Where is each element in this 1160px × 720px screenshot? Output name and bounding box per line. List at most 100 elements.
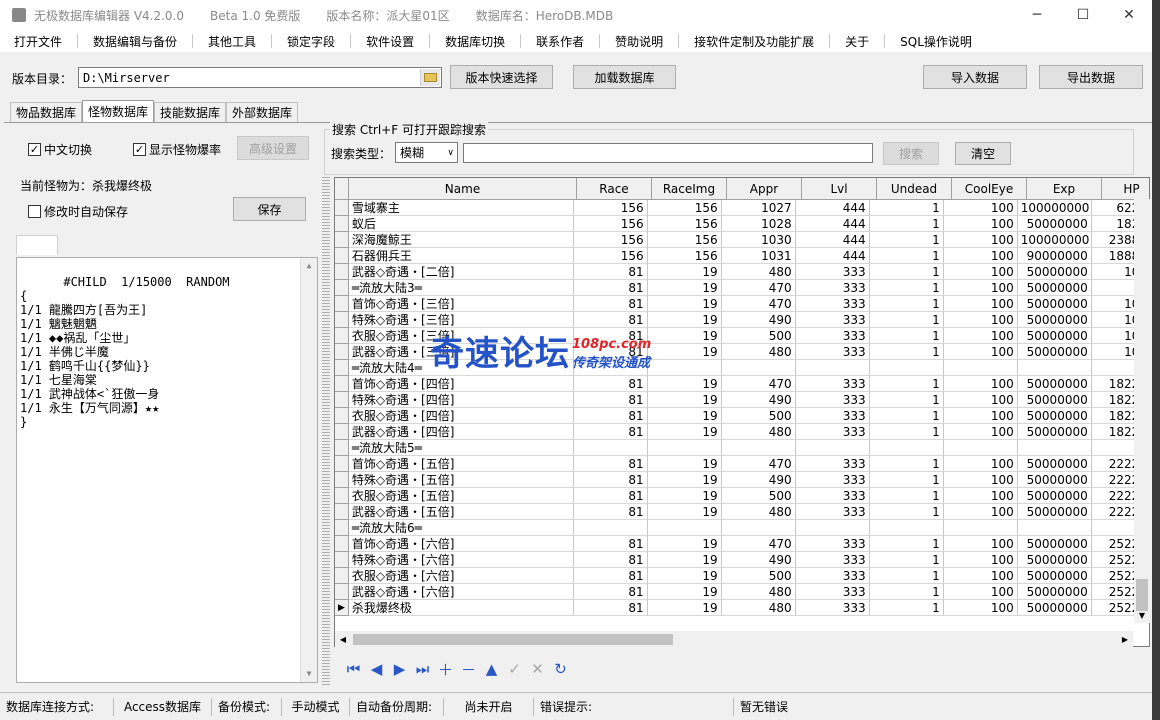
table-row[interactable]: 首饰◇奇遇・[五倍] 81 19 470 333 1 100 50000000 22222 xyxy=(335,456,1149,472)
first-record-icon[interactable]: ⏮ xyxy=(342,658,365,680)
table-cell[interactable]: 100 xyxy=(943,600,1018,616)
table-row[interactable]: 武器◇奇遇・[五倍] 81 19 480 333 1 100 50000000 22222 xyxy=(335,504,1149,520)
table-cell[interactable]: 1 xyxy=(869,408,944,424)
table-cell[interactable]: 156 xyxy=(647,200,722,216)
table-cell[interactable]: 特殊◇奇遇・[五倍] xyxy=(348,472,574,488)
table-cell[interactable]: 444 xyxy=(795,232,870,248)
table-cell[interactable]: 444 xyxy=(795,216,870,232)
table-row[interactable]: 武器◇奇遇・[四倍] 81 19 480 333 1 100 50000000 18222 xyxy=(335,424,1149,440)
table-row[interactable]: 石器佣兵王 156 156 1031 444 1 100 90000000 18888 xyxy=(335,248,1149,264)
table-cell[interactable]: 490 xyxy=(721,552,796,568)
table-cell[interactable]: 100 xyxy=(943,248,1018,264)
menu-item[interactable]: 软件设置 xyxy=(358,33,422,50)
table-cell[interactable]: 1 xyxy=(869,584,944,600)
table-cell[interactable]: 333 xyxy=(795,568,870,584)
table-cell[interactable]: 50000000 xyxy=(1017,312,1092,328)
drop-list-memo[interactable]: #CHILD 1/15000 RANDOM { 1/1 龍騰四方[吾为王] 1/… xyxy=(16,257,318,683)
cancel-icon[interactable]: ✕ xyxy=(526,658,549,680)
table-cell[interactable]: 石器佣兵王 xyxy=(348,248,574,264)
table-cell[interactable] xyxy=(795,440,870,456)
table-cell[interactable]: 444 xyxy=(795,200,870,216)
table-cell[interactable]: 1 xyxy=(869,312,944,328)
table-cell[interactable]: 156 xyxy=(647,248,722,264)
table-cell[interactable]: 333 xyxy=(795,408,870,424)
table-cell[interactable]: 100 xyxy=(943,504,1018,520)
load-database-button[interactable]: 加载数据库 xyxy=(573,65,676,89)
table-cell[interactable]: 1 xyxy=(869,280,944,296)
scroll-right-icon[interactable]: ▶ xyxy=(1117,631,1133,647)
menu-item[interactable]: 联系作者 xyxy=(528,33,592,50)
table-cell[interactable]: 50000000 xyxy=(1017,424,1092,440)
table-cell[interactable]: 100000000 xyxy=(1017,200,1092,216)
table-cell[interactable]: ═流放大陆6═ xyxy=(348,520,574,536)
table-cell[interactable] xyxy=(721,440,796,456)
table-cell[interactable]: 50000000 xyxy=(1017,568,1092,584)
table-cell[interactable]: 480 xyxy=(721,504,796,520)
table-cell[interactable]: 19 xyxy=(647,600,722,616)
table-cell[interactable]: 1 xyxy=(869,232,944,248)
tab-external-db[interactable]: 外部数据库 xyxy=(226,102,299,122)
table-cell[interactable]: 19 xyxy=(647,312,722,328)
table-cell[interactable]: 100 xyxy=(943,584,1018,600)
table-cell[interactable]: 衣服◇奇遇・[六倍] xyxy=(348,568,574,584)
table-cell[interactable]: 81 xyxy=(573,488,648,504)
table-cell[interactable]: 19 xyxy=(647,536,722,552)
table-cell[interactable] xyxy=(721,360,796,376)
table-cell[interactable]: 333 xyxy=(795,552,870,568)
table-cell[interactable]: 470 xyxy=(721,296,796,312)
table-cell[interactable]: 100 xyxy=(943,472,1018,488)
dir-input[interactable]: D:\Mirserver xyxy=(78,67,442,88)
table-cell[interactable]: 100 xyxy=(943,552,1018,568)
table-cell[interactable]: 500 xyxy=(721,488,796,504)
import-data-button[interactable]: 导入数据 xyxy=(923,65,1027,89)
table-cell[interactable]: 1 xyxy=(869,424,944,440)
table-row[interactable]: 衣服◇奇遇・[四倍] 81 19 500 333 1 100 50000000 18222 xyxy=(335,408,1149,424)
table-cell[interactable]: 50000000 xyxy=(1017,280,1092,296)
table-cell[interactable]: 100 xyxy=(943,296,1018,312)
browse-folder-button[interactable] xyxy=(420,69,440,86)
table-cell[interactable]: 81 xyxy=(573,328,648,344)
table-cell[interactable]: 333 xyxy=(795,376,870,392)
table-cell[interactable]: 首饰◇奇遇・[五倍] xyxy=(348,456,574,472)
table-cell[interactable]: 武器◇奇遇・[四倍] xyxy=(348,424,574,440)
table-cell[interactable]: 武器◇奇遇・[六倍] xyxy=(348,584,574,600)
table-cell[interactable]: ═流放大陆4═ xyxy=(348,360,574,376)
column-header[interactable]: Undead xyxy=(877,178,952,200)
menu-item[interactable]: 其他工具 xyxy=(200,33,264,50)
table-cell[interactable]: 1 xyxy=(869,264,944,280)
table-cell[interactable]: 100 xyxy=(943,456,1018,472)
table-cell[interactable]: 81 xyxy=(573,504,648,520)
menu-item[interactable]: 数据编辑与备份 xyxy=(85,33,185,50)
table-cell[interactable]: 81 xyxy=(573,552,648,568)
table-cell[interactable]: 333 xyxy=(795,488,870,504)
table-cell[interactable] xyxy=(647,440,722,456)
table-cell[interactable]: 19 xyxy=(647,280,722,296)
menu-item[interactable]: 数据库切换 xyxy=(437,33,513,50)
table-cell[interactable]: 蚁后 xyxy=(348,216,574,232)
next-record-icon[interactable]: ▶ xyxy=(388,658,411,680)
table-cell[interactable]: 81 xyxy=(573,472,648,488)
table-cell[interactable]: 490 xyxy=(721,392,796,408)
table-cell[interactable]: 333 xyxy=(795,328,870,344)
table-cell[interactable]: 100 xyxy=(943,424,1018,440)
quick-select-button[interactable]: 版本快速选择 xyxy=(450,65,553,89)
table-cell[interactable]: 470 xyxy=(721,456,796,472)
table-cell[interactable]: 333 xyxy=(795,312,870,328)
table-cell[interactable] xyxy=(869,360,944,376)
column-header[interactable]: Exp xyxy=(1027,178,1102,200)
table-cell[interactable]: 50000000 xyxy=(1017,600,1092,616)
table-row[interactable]: ═流放大陆6═ xyxy=(335,520,1149,536)
table-cell[interactable]: 81 xyxy=(573,392,648,408)
table-cell[interactable]: 480 xyxy=(721,424,796,440)
table-cell[interactable]: 19 xyxy=(647,488,722,504)
table-row[interactable]: 特殊◇奇遇・[五倍] 81 19 490 333 1 100 50000000 22222 xyxy=(335,472,1149,488)
table-cell[interactable]: 50000000 xyxy=(1017,552,1092,568)
table-cell[interactable]: 156 xyxy=(573,232,648,248)
table-cell[interactable]: 156 xyxy=(647,232,722,248)
table-cell[interactable]: 1 xyxy=(869,600,944,616)
table-cell[interactable]: 100 xyxy=(943,376,1018,392)
table-cell[interactable]: ═流放大陆5═ xyxy=(348,440,574,456)
table-cell[interactable]: 19 xyxy=(647,584,722,600)
table-cell[interactable]: 333 xyxy=(795,344,870,360)
table-row[interactable]: ═流放大陆3═81194703331100500000002 xyxy=(335,280,1149,296)
